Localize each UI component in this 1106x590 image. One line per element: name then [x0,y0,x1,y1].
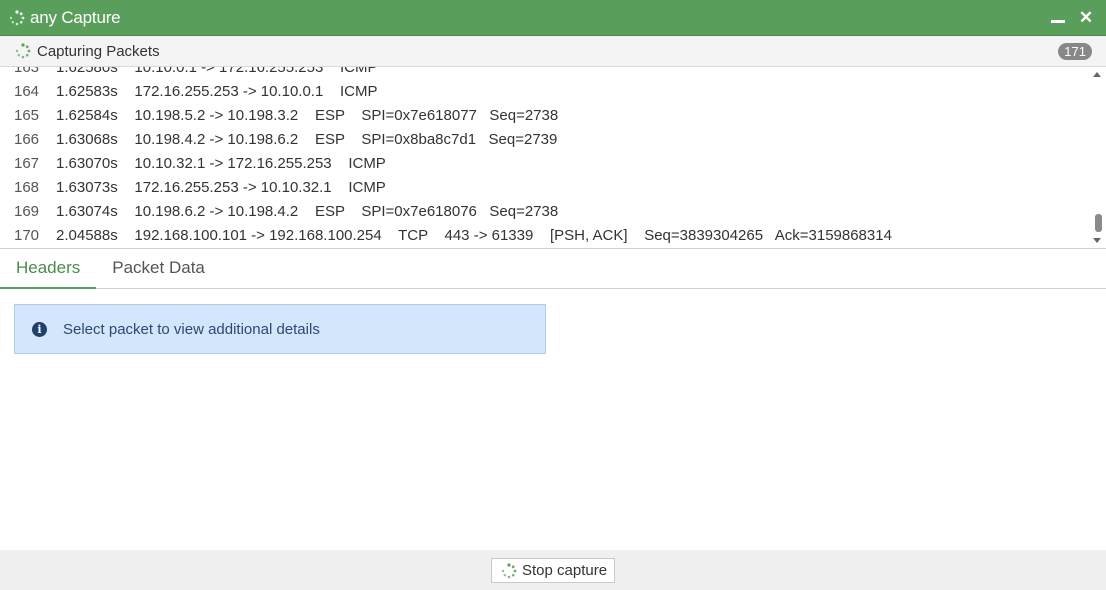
capture-status-bar: Capturing Packets 171 [0,36,1106,67]
packet-summary: 1.62583s 172.16.255.253 -> 10.10.0.1 ICM… [56,83,378,100]
packet-number: 170 [14,227,40,244]
stop-capture-label: Stop capture [522,562,608,579]
detail-tabs: Headers Packet Data [0,249,1106,289]
packet-number: 166 [14,131,40,148]
packet-list-scrollbar[interactable] [1088,67,1106,248]
tab-headers[interactable]: Headers [0,249,97,289]
packet-number: 169 [14,203,40,220]
packet-summary: 1.62580s 10.10.0.1 -> 172.16.255.253 ICM… [56,67,378,76]
info-icon: i [32,321,47,337]
packet-summary: 1.63068s 10.198.4.2 -> 10.198.6.2 ESP SP… [56,131,558,148]
packet-summary: 2.04588s 192.168.100.101 -> 192.168.100.… [56,227,892,244]
packet-number: 165 [14,107,40,124]
window-titlebar: any Capture ✕ [0,0,1106,36]
packet-row[interactable]: 167 1.63070s 10.10.32.1 -> 172.16.255.253… [0,152,1088,176]
scroll-up-arrow-icon[interactable] [1093,72,1101,77]
packet-number: 163 [14,67,40,76]
packet-row[interactable]: 165 1.62584s 10.198.5.2 -> 10.198.3.2 ESP… [0,104,1088,128]
packet-summary: 1.62584s 10.198.5.2 -> 10.198.3.2 ESP SP… [56,107,559,124]
packet-number: 164 [14,83,40,100]
window-controls: ✕ [1050,0,1094,36]
window-title: any Capture [30,7,121,27]
tab-packet-data[interactable]: Packet Data [96,249,221,289]
packet-list[interactable]: 163 1.62580s 10.10.0.1 -> 172.16.255.253 … [0,67,1106,249]
scroll-down-arrow-icon[interactable] [1093,238,1101,243]
capture-status-label: Capturing Packets [37,42,160,60]
packet-row[interactable]: 169 1.63074s 10.198.6.2 -> 10.198.4.2 ESP… [0,200,1088,224]
info-message-text: Select packet to view additional details [63,320,320,338]
packet-summary: 1.63070s 10.10.32.1 -> 172.16.255.253 IC… [56,155,386,172]
packet-summary: 1.63074s 10.198.6.2 -> 10.198.4.2 ESP SP… [56,203,559,220]
minimize-icon[interactable] [1050,10,1066,26]
info-message-box: i Select packet to view additional detai… [14,304,546,354]
packet-number: 168 [14,179,40,196]
spinner-icon [501,562,517,578]
spinner-icon [9,9,25,25]
packet-rows: 163 1.62580s 10.10.0.1 -> 172.16.255.253 … [0,67,1088,248]
packet-row[interactable]: 163 1.62580s 10.10.0.1 -> 172.16.255.253 … [0,67,1088,80]
packet-row[interactable]: 170 2.04588s 192.168.100.101 -> 192.168.1… [0,224,1088,248]
packet-summary: 1.63073s 172.16.255.253 -> 10.10.32.1 IC… [56,179,386,196]
footer-bar: Stop capture [0,550,1106,590]
close-icon[interactable]: ✕ [1078,9,1094,26]
packet-count-badge: 171 [1058,43,1092,60]
packet-row[interactable]: 168 1.63073s 172.16.255.253 -> 10.10.32.1… [0,176,1088,200]
packet-row[interactable]: 164 1.62583s 172.16.255.253 -> 10.10.0.1 … [0,80,1088,104]
packet-number: 167 [14,155,40,172]
spinner-icon [15,43,31,59]
scroll-thumb[interactable] [1095,214,1102,232]
stop-capture-button[interactable]: Stop capture [491,558,615,583]
packet-row[interactable]: 166 1.63068s 10.198.4.2 -> 10.198.6.2 ESP… [0,128,1088,152]
